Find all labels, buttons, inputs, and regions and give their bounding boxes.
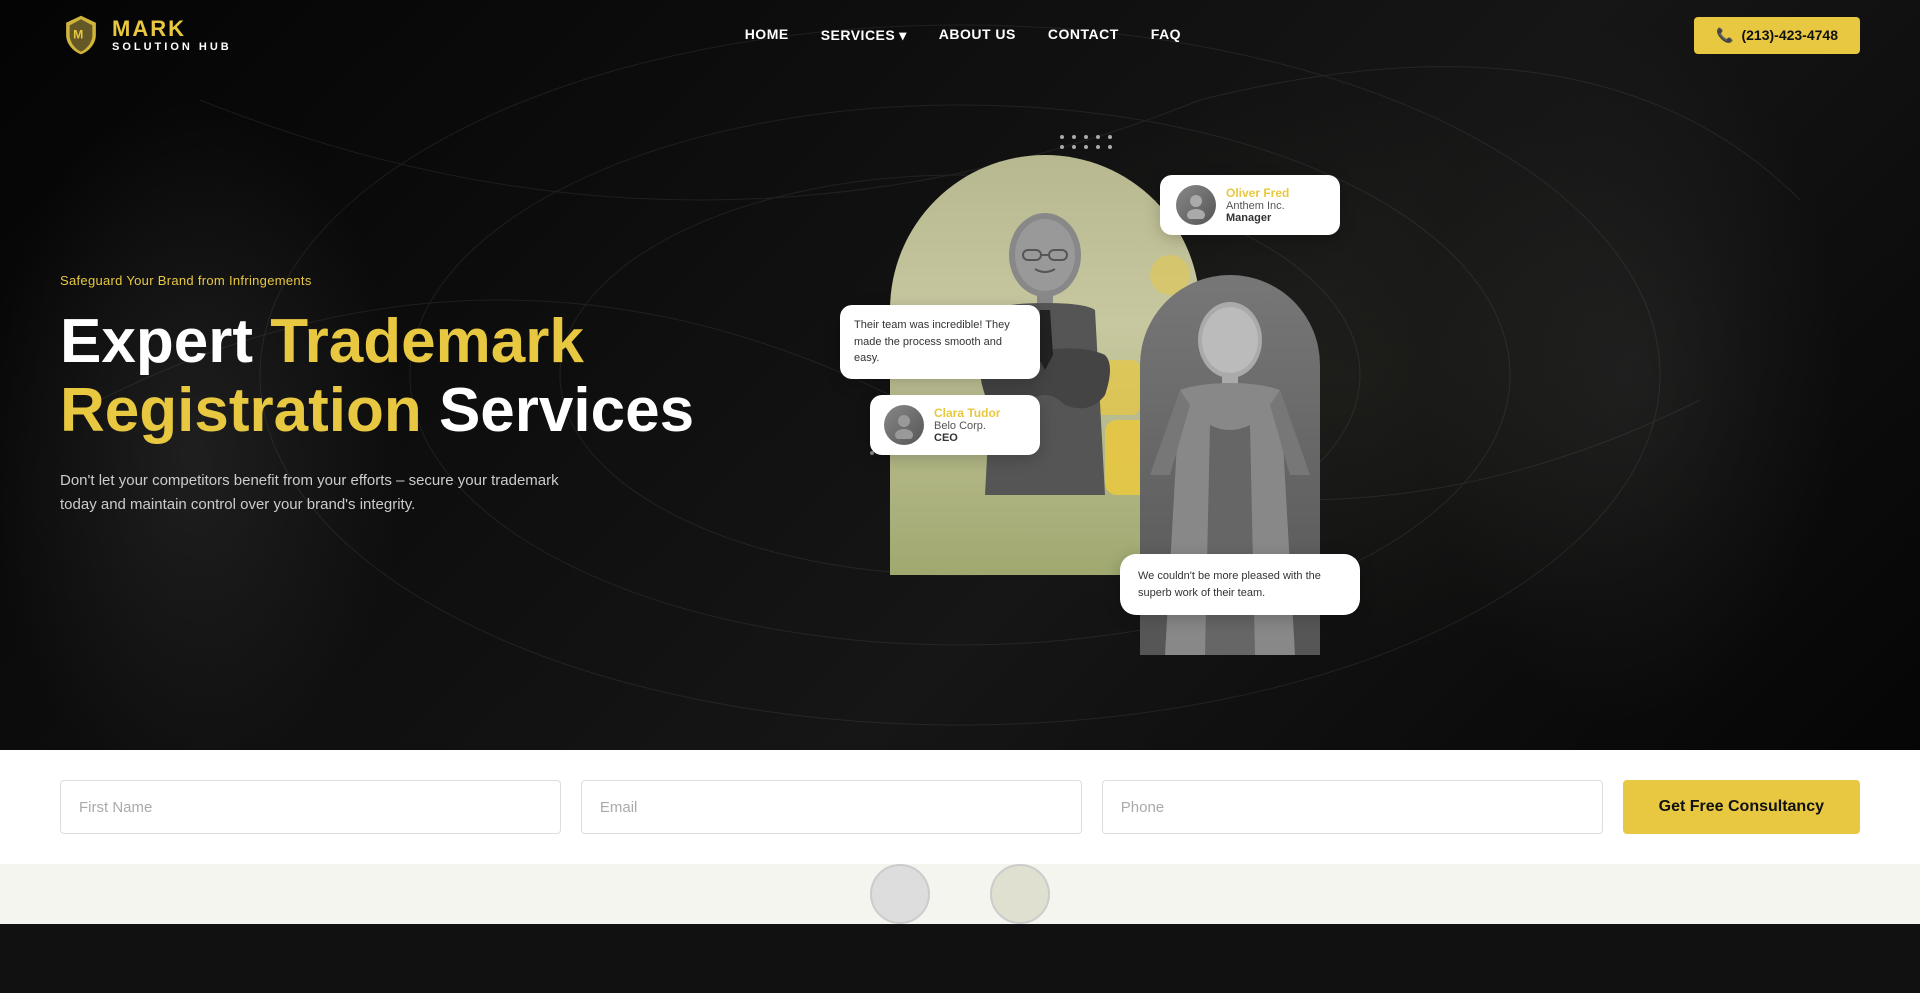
logo-sub: SOLUTION HUB: [112, 41, 232, 53]
form-strip: Get Free Consultancy: [0, 750, 1920, 864]
hero-section: Safeguard Your Brand from Infringements …: [0, 0, 1920, 750]
nav-item-services[interactable]: SERVICES ▾: [821, 27, 907, 44]
logo-mark: MARK: [112, 17, 232, 41]
shield-icon: M: [60, 14, 102, 56]
logo[interactable]: M MARK SOLUTION HUB: [60, 14, 232, 56]
hero-right: Oliver Fred Anthem Inc. Manager Their te…: [860, 135, 1320, 655]
svg-text:M: M: [73, 28, 83, 42]
logo-text: MARK SOLUTION HUB: [112, 17, 232, 53]
nav-link-contact[interactable]: CONTACT: [1048, 26, 1119, 42]
email-input[interactable]: [581, 780, 1082, 834]
nav-link-services[interactable]: SERVICES ▾: [821, 27, 907, 44]
nav-item-faq[interactable]: FAQ: [1151, 26, 1181, 44]
navbar: M MARK SOLUTION HUB HOME SERVICES ▾ ABOU…: [0, 0, 1920, 70]
profile-card-1: Oliver Fred Anthem Inc. Manager: [1160, 175, 1340, 235]
testimonial-bubble-1: Their team was incredible! They made the…: [840, 305, 1040, 379]
profile-avatar-1: [1176, 185, 1216, 225]
hero-content: Safeguard Your Brand from Infringements …: [0, 35, 1920, 715]
get-consultancy-button[interactable]: Get Free Consultancy: [1623, 780, 1860, 834]
profile-card-2: Clara Tudor Belo Corp. CEO: [870, 395, 1040, 455]
nav-link-faq[interactable]: FAQ: [1151, 26, 1181, 42]
nav-links: HOME SERVICES ▾ ABOUT US CONTACT FAQ: [745, 26, 1181, 44]
hero-left: Safeguard Your Brand from Infringements …: [60, 273, 820, 516]
nav-link-about[interactable]: ABOUT US: [939, 26, 1016, 42]
profile-info-1: Oliver Fred Anthem Inc. Manager: [1226, 186, 1289, 224]
nav-item-home[interactable]: HOME: [745, 26, 789, 44]
phone-button[interactable]: 📞 (213)-423-4748: [1694, 17, 1860, 54]
phone-icon: 📞: [1716, 27, 1733, 44]
nav-item-about[interactable]: ABOUT US: [939, 26, 1016, 44]
testimonial-bubble-2: We couldn't be more pleased with the sup…: [1120, 554, 1360, 615]
phone-input[interactable]: [1102, 780, 1603, 834]
profile-avatar-2: [884, 405, 924, 445]
nav-link-home[interactable]: HOME: [745, 26, 789, 42]
phone-number: (213)-423-4748: [1741, 27, 1838, 43]
hero-description: Don't let your competitors benefit from …: [60, 469, 560, 517]
chevron-down-icon: ▾: [899, 27, 907, 44]
hero-tagline: Safeguard Your Brand from Infringements: [60, 273, 820, 288]
dot-grid-top: [1060, 135, 1114, 149]
bottom-strip: [0, 864, 1920, 924]
hero-title: Expert Trademark Registration Services: [60, 308, 820, 444]
first-name-input[interactable]: [60, 780, 561, 834]
nav-item-contact[interactable]: CONTACT: [1048, 26, 1119, 44]
man-silhouette-svg: [945, 195, 1145, 575]
partner-logo-1: [870, 864, 930, 924]
partner-logo-2: [990, 864, 1050, 924]
profile-info-2: Clara Tudor Belo Corp. CEO: [934, 406, 1000, 444]
